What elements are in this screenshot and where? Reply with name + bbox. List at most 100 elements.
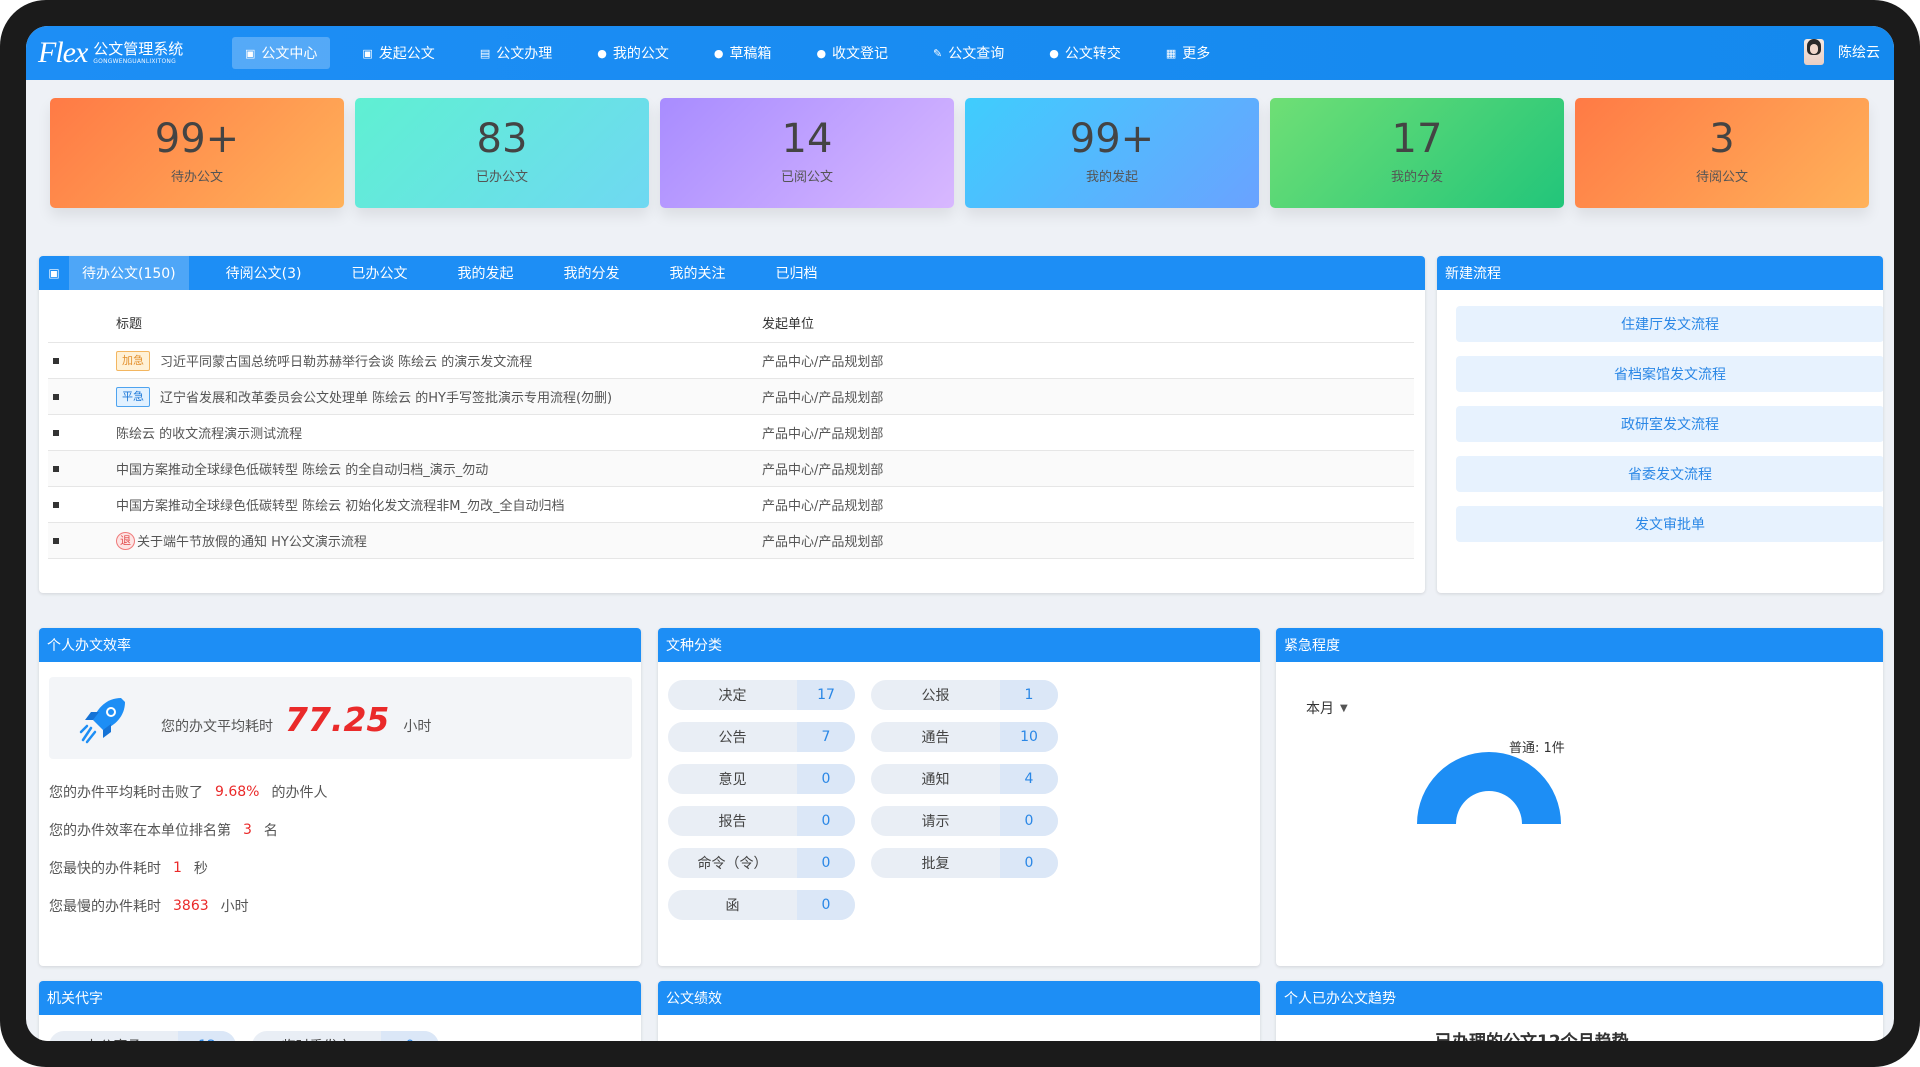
document-icon: ▣ [48, 266, 60, 280]
doc-title[interactable]: 中国方案推动全球绿色低碳转型 陈绘云 的全自动归档_演示_勿动 [116, 459, 488, 478]
urgency-gauge [1417, 752, 1561, 824]
nav-item-1[interactable]: ▣ 发起公文 [349, 37, 447, 69]
category-name: 命令（令） [697, 856, 768, 872]
doc-tab[interactable]: 已归档 [763, 256, 831, 290]
category-pill[interactable]: 函0 [668, 890, 855, 920]
bullet-icon [53, 393, 59, 400]
urgency-panel: 紧急程度 本月 ▼ 普通: 1件 [1276, 628, 1883, 966]
efficiency-prefix: 您最慢的办件耗时 [49, 899, 161, 915]
category-count: 1 [1000, 680, 1058, 710]
category-name: 公告 [718, 730, 747, 746]
nav-item-4[interactable]: ● 草稿箱 [701, 37, 785, 69]
nav-item-6[interactable]: ✎ 公文查询 [920, 37, 1017, 69]
category-name: 通知 [921, 772, 950, 788]
doc-unit: 产品中心/产品规划部 [762, 355, 884, 370]
efficiency-summary: 您的办文平均耗时 77.25 小时 [49, 677, 632, 759]
avg-time: 您的办文平均耗时 77.25 小时 [161, 700, 431, 739]
agency-count: 0 [381, 1031, 439, 1041]
stat-label: 我的发起 [1085, 170, 1138, 185]
brand[interactable]: Flex 公文管理系统 GONGWENGUANLIXITONG [38, 36, 218, 70]
new-process-button[interactable]: 省委发文流程 [1456, 456, 1883, 492]
doc-table: 标题 发起单位加急 习近平同蒙古国总统呼日勒苏赫举行会谈 陈绘云 的演示发文流程 产品… [48, 303, 1414, 559]
doc-title-text: 中国方案推动全球绿色低碳转型 陈绘云 初始化发文流程非M_勿改_全自动归档 [116, 499, 565, 514]
stat-card[interactable]: 99+ 待办公文 [50, 98, 344, 208]
category-pill[interactable]: 决定 17 [668, 680, 855, 710]
nav-label: 发起公文 [378, 46, 435, 62]
nav-item-2[interactable]: ▤ 公文办理 [467, 37, 565, 69]
category-pill[interactable]: 公告 7 [668, 722, 855, 752]
doc-tab[interactable]: 我的发起 [445, 256, 527, 290]
category-pill[interactable]: 报告 0 [668, 806, 855, 836]
new-process-button[interactable]: 政研室发文流程 [1456, 406, 1883, 442]
period-select[interactable]: 本月 ▼ [1306, 698, 1348, 718]
category-pill[interactable]: 请示 0 [871, 806, 1058, 836]
stat-label: 待阅公文 [1695, 170, 1748, 185]
agency-pill[interactable]: 临时委发文0 [252, 1031, 439, 1041]
stat-card[interactable]: 99+ 我的发起 [965, 98, 1259, 208]
stat-card[interactable]: 17 我的分发 [1270, 98, 1564, 208]
avg-time-prefix: 您的办文平均耗时 [161, 719, 273, 735]
category-pill[interactable]: 公报 1 [871, 680, 1058, 710]
table-row[interactable]: 退关于端午节放假的通知 HY公文演示流程 产品中心/产品规划部 [48, 523, 1414, 559]
efficiency-suffix: 秒 [193, 861, 208, 877]
table-row[interactable]: 平急 辽宁省发展和改革委员会公文处理单 陈绘云 的HY手写签批演示专用流程(勿删)… [48, 379, 1414, 415]
doc-tab[interactable]: 待办公文(150) [69, 256, 189, 290]
header-unit: 发起单位 [762, 317, 815, 332]
nav-item-7[interactable]: ● 公文转交 [1036, 37, 1134, 69]
doc-title-text: 陈绘云 的收文流程演示测试流程 [116, 427, 303, 442]
circle-icon: ● [1049, 46, 1059, 60]
doc-tab[interactable]: 已办公文 [339, 256, 421, 290]
doc-tab[interactable]: 待阅公文(3) [213, 256, 315, 290]
category-count: 0 [1000, 848, 1058, 878]
category-pill[interactable]: 命令（令） 0 [668, 848, 855, 878]
nav-item-3[interactable]: ● 我的公文 [584, 37, 682, 69]
circle-icon: ● [597, 46, 607, 60]
nav-item-5[interactable]: ● 收文登记 [803, 37, 901, 69]
table-row[interactable]: 陈绘云 的收文流程演示测试流程 产品中心/产品规划部 [48, 415, 1414, 451]
stat-value: 3 [1709, 116, 1735, 162]
doc-title[interactable]: 中国方案推动全球绿色低碳转型 陈绘云 初始化发文流程非M_勿改_全自动归档 [116, 495, 564, 514]
category-name: 请示 [921, 814, 950, 830]
nav-label: 草稿箱 [729, 46, 772, 62]
category-name: 意见 [718, 772, 747, 788]
doc-title[interactable]: 退关于端午节放假的通知 HY公文演示流程 [116, 531, 367, 550]
stat-card[interactable]: 83 已办公文 [355, 98, 649, 208]
efficiency-title: 个人办文效率 [39, 628, 641, 662]
top-navbar: Flex 公文管理系统 GONGWENGUANLIXITONG ▣ 公文中心 ▣ 发起… [26, 26, 1894, 80]
table-row[interactable]: 中国方案推动全球绿色低碳转型 陈绘云 的全自动归档_演示_勿动 产品中心/产品规划… [48, 451, 1414, 487]
doc-tab[interactable]: 我的分发 [551, 256, 633, 290]
nav-item-0[interactable]: ▣ 公文中心 [232, 37, 331, 69]
new-process-button[interactable]: 住建厅发文流程 [1456, 306, 1883, 342]
header-title: 标题 [116, 317, 143, 332]
new-process-panel: 新建流程 住建厅发文流程 省档案馆发文流程 政研室发文流程 省委发文流程 发文审批单 [1437, 256, 1883, 593]
doc-title[interactable]: 加急 习近平同蒙古国总统呼日勒苏赫举行会谈 陈绘云 的演示发文流程 [116, 350, 532, 371]
table-row[interactable]: 中国方案推动全球绿色低碳转型 陈绘云 初始化发文流程非M_勿改_全自动归档 产品中… [48, 487, 1414, 523]
category-pill[interactable]: 批复 0 [871, 848, 1058, 878]
table-row[interactable]: 加急 习近平同蒙古国总统呼日勒苏赫举行会谈 陈绘云 的演示发文流程 产品中心/产品规… [48, 343, 1414, 379]
user-menu[interactable]: 陈绘云 [1804, 39, 1880, 65]
stat-card[interactable]: 3 待阅公文 [1575, 98, 1869, 208]
category-pill[interactable]: 通知 4 [871, 764, 1058, 794]
doc-tab[interactable]: 我的关注 [657, 256, 739, 290]
circle-icon: ● [816, 46, 827, 60]
new-process-button[interactable]: 省档案馆发文流程 [1456, 356, 1883, 392]
doc-title[interactable]: 平急 辽宁省发展和改革委员会公文处理单 陈绘云 的HY手写签批演示专用流程(勿删) [116, 386, 612, 407]
stat-card[interactable]: 14 已阅公文 [660, 98, 954, 208]
card-icon: ▤ [479, 46, 491, 60]
avatar [1804, 39, 1824, 65]
agency-panel: 机关代字 办公室函12 临时委发文0 [39, 981, 641, 1041]
bullet-icon [53, 465, 59, 472]
priority-badge: 平急 [116, 386, 150, 407]
category-pill[interactable]: 意见 0 [668, 764, 855, 794]
main-nav: ▣ 公文中心 ▣ 发起公文 ▤ 公文办理 ● 我的公文 ● 草稿箱 ● 收文登记 ✎ 公文查询 ● 公文转交 ▦… [232, 37, 1242, 69]
doc-title[interactable]: 陈绘云 的收文流程演示测试流程 [116, 423, 302, 442]
new-process-button[interactable]: 发文审批单 [1456, 506, 1883, 542]
brand-text: 公文管理系统 GONGWENGUANLIXITONG [93, 41, 183, 65]
efficiency-line: 您最快的办件耗时 1 秒 [49, 858, 208, 878]
category-pill[interactable]: 通告 10 [871, 722, 1058, 752]
nav-item-8[interactable]: ▦ 更多 [1153, 37, 1223, 69]
category-count: 0 [1000, 806, 1058, 836]
category-name: 公报 [921, 688, 950, 704]
doc-title-text: 关于端午节放假的通知 HY公文演示流程 [137, 535, 367, 550]
agency-pill[interactable]: 办公室函12 [49, 1031, 236, 1041]
